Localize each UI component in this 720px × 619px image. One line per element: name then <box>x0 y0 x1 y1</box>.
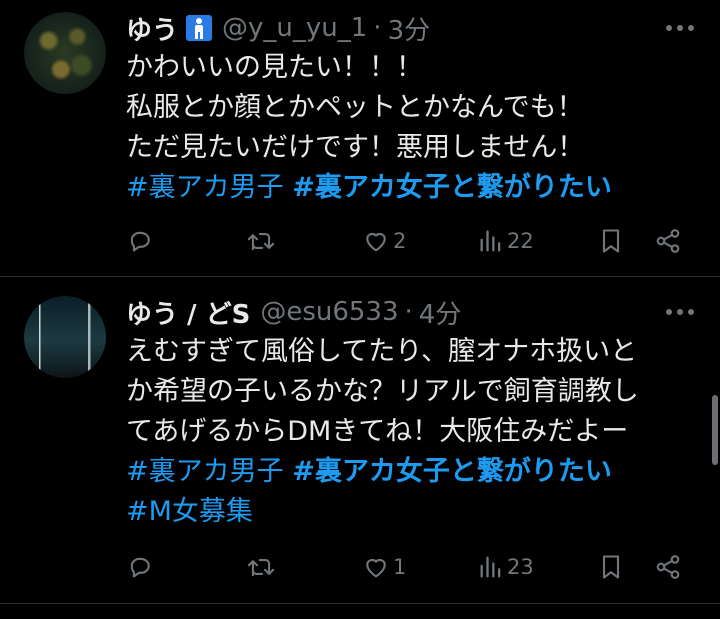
share-button[interactable] <box>654 223 682 259</box>
divider <box>0 603 720 604</box>
display-name[interactable]: ゆう / どS <box>126 294 250 331</box>
views-count: 23 <box>507 555 534 579</box>
like-count: 2 <box>393 229 407 253</box>
retweet-button[interactable] <box>246 223 276 259</box>
tweet-header: ゆう @y_u_yu_1 · 3分 <box>126 10 430 46</box>
user-handle[interactable]: @esu6533 <box>260 297 398 327</box>
tweet-1[interactable]: ゆう @y_u_yu_1 · 3分 かわいいの見たい！！！ 私服とか顔とかペット… <box>0 0 720 276</box>
hashtag-link[interactable]: #裏アカ女子と繋がりたい <box>292 172 612 203</box>
tweet-2[interactable]: ゆう / どS @esu6533 · 4分 えむすぎて風俗してたり、膣オナホ扱い… <box>0 277 720 602</box>
mens-restroom-icon <box>186 15 213 41</box>
like-icon <box>366 558 386 578</box>
more-icon[interactable] <box>660 8 700 48</box>
like-button[interactable]: 2 <box>362 223 406 259</box>
hashtag-link[interactable]: #裏アカ男子 <box>126 456 284 487</box>
text-line: ただ見たいだけです！悪用しません！ <box>126 132 585 163</box>
tweet-text: えむすぎて風俗してたり、膣オナホ扱いと か希望の子いるかな？リアルで飼育調教し … <box>126 332 696 532</box>
share-icon <box>656 229 680 253</box>
display-name[interactable]: ゆう <box>126 10 178 47</box>
timestamp[interactable]: 3分 <box>388 10 431 47</box>
action-bar: 1 23 <box>126 549 696 585</box>
user-handle[interactable]: @y_u_yu_1 <box>222 13 367 43</box>
like-icon <box>366 232 386 252</box>
reply-button[interactable] <box>126 549 154 585</box>
hashtag-link[interactable]: #裏アカ男子 <box>126 172 284 203</box>
text-line: えむすぎて風俗してたり、膣オナホ扱いと <box>126 336 638 367</box>
hashtag-line: #M女募集 <box>126 492 696 532</box>
retweet-icon <box>247 559 275 577</box>
bookmark-button[interactable] <box>598 549 624 585</box>
views-button[interactable]: 23 <box>478 549 534 585</box>
reply-button[interactable] <box>126 223 154 259</box>
retweet-icon <box>247 233 275 251</box>
separator-dot: · <box>404 297 413 327</box>
more-icon[interactable] <box>660 292 700 332</box>
tweet-header: ゆう / どS @esu6533 · 4分 <box>126 294 461 330</box>
action-bar: 2 22 <box>126 223 696 259</box>
text-line: てあげるからDMきてね！大阪住みだよー <box>126 416 629 447</box>
avatar[interactable] <box>24 12 106 94</box>
views-button[interactable]: 22 <box>478 223 534 259</box>
text-line: かわいいの見たい！！！ <box>126 52 423 83</box>
views-count: 22 <box>507 229 534 253</box>
bookmark-icon <box>602 229 620 253</box>
views-icon <box>480 556 501 578</box>
avatar[interactable] <box>24 296 106 378</box>
hashtag-link[interactable]: #裏アカ女子と繋がりたい <box>292 456 612 487</box>
views-icon <box>480 230 501 252</box>
reply-icon <box>130 231 150 252</box>
bookmark-icon <box>602 555 620 579</box>
bookmark-button[interactable] <box>598 223 624 259</box>
timestamp[interactable]: 4分 <box>419 294 462 331</box>
like-button[interactable]: 1 <box>362 549 406 585</box>
tweet-text: かわいいの見たい！！！ 私服とか顔とかペットとかなんでも！ ただ見たいだけです！… <box>126 48 696 208</box>
hashtag-line: #裏アカ男子 #裏アカ女子と繋がりたい <box>126 452 696 492</box>
scrollbar[interactable] <box>712 395 718 465</box>
hashtag-line: #裏アカ男子 #裏アカ女子と繋がりたい <box>126 168 696 208</box>
share-button[interactable] <box>654 549 682 585</box>
like-count: 1 <box>393 555 407 579</box>
share-icon <box>656 555 680 579</box>
reply-icon <box>130 557 150 578</box>
hashtag-link[interactable]: #M女募集 <box>126 496 253 527</box>
retweet-button[interactable] <box>246 549 276 585</box>
separator-dot: · <box>373 13 382 43</box>
text-line: 私服とか顔とかペットとかなんでも！ <box>126 92 584 123</box>
text-line: か希望の子いるかな？リアルで飼育調教し <box>126 376 639 407</box>
